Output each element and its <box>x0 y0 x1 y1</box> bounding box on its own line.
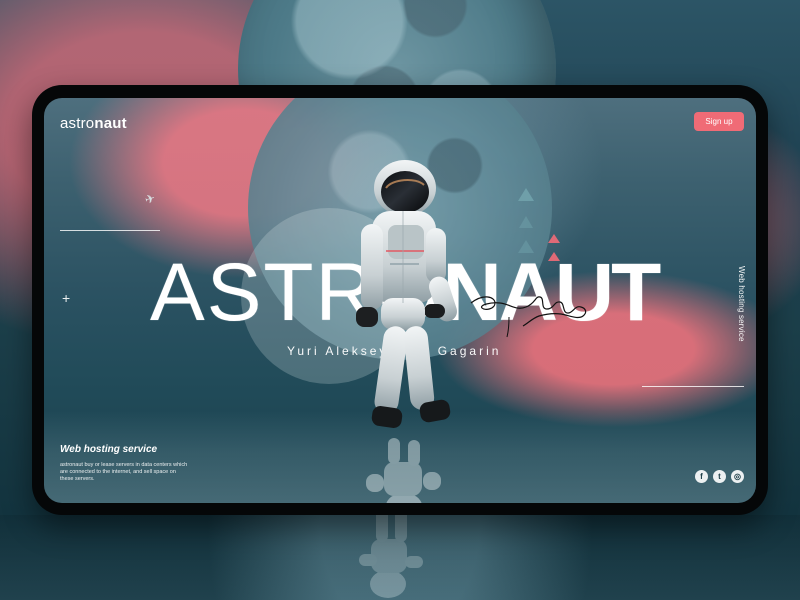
site-logo[interactable]: astronaut <box>60 115 127 132</box>
left-divider-line <box>60 230 160 231</box>
logo-light: astro <box>60 115 95 132</box>
instagram-icon[interactable]: ◎ <box>731 470 744 483</box>
sign-up-button[interactable]: Sign up <box>694 112 744 131</box>
poster-scene: astronaut Sign up + ✈ ASTRONAUT Yuri Ale… <box>0 0 800 600</box>
logo-bold: naut <box>94 115 127 132</box>
triangle-pink-1 <box>548 234 560 243</box>
astronaut-reflection <box>366 438 441 503</box>
triangle-teal-1 <box>518 188 534 201</box>
signature-graphic <box>470 296 587 338</box>
social-links: f t ◎ <box>695 470 744 483</box>
astronaut-illustration <box>356 160 458 428</box>
feature-title: Web hosting service <box>60 444 158 455</box>
lower-water-reflection <box>0 515 800 600</box>
triangle-teal-2 <box>519 216 533 228</box>
vertical-service-label: Web hosting service <box>737 266 746 342</box>
facebook-icon[interactable]: f <box>695 470 708 483</box>
twitter-icon[interactable]: t <box>713 470 726 483</box>
plus-icon: + <box>62 290 71 306</box>
right-divider-line <box>642 386 744 387</box>
website-screen: astronaut Sign up + ✈ ASTRONAUT Yuri Ale… <box>44 98 756 503</box>
feature-description: astronaut buy or lease servers in data c… <box>60 462 188 483</box>
plane-icon: ✈ <box>143 190 157 208</box>
